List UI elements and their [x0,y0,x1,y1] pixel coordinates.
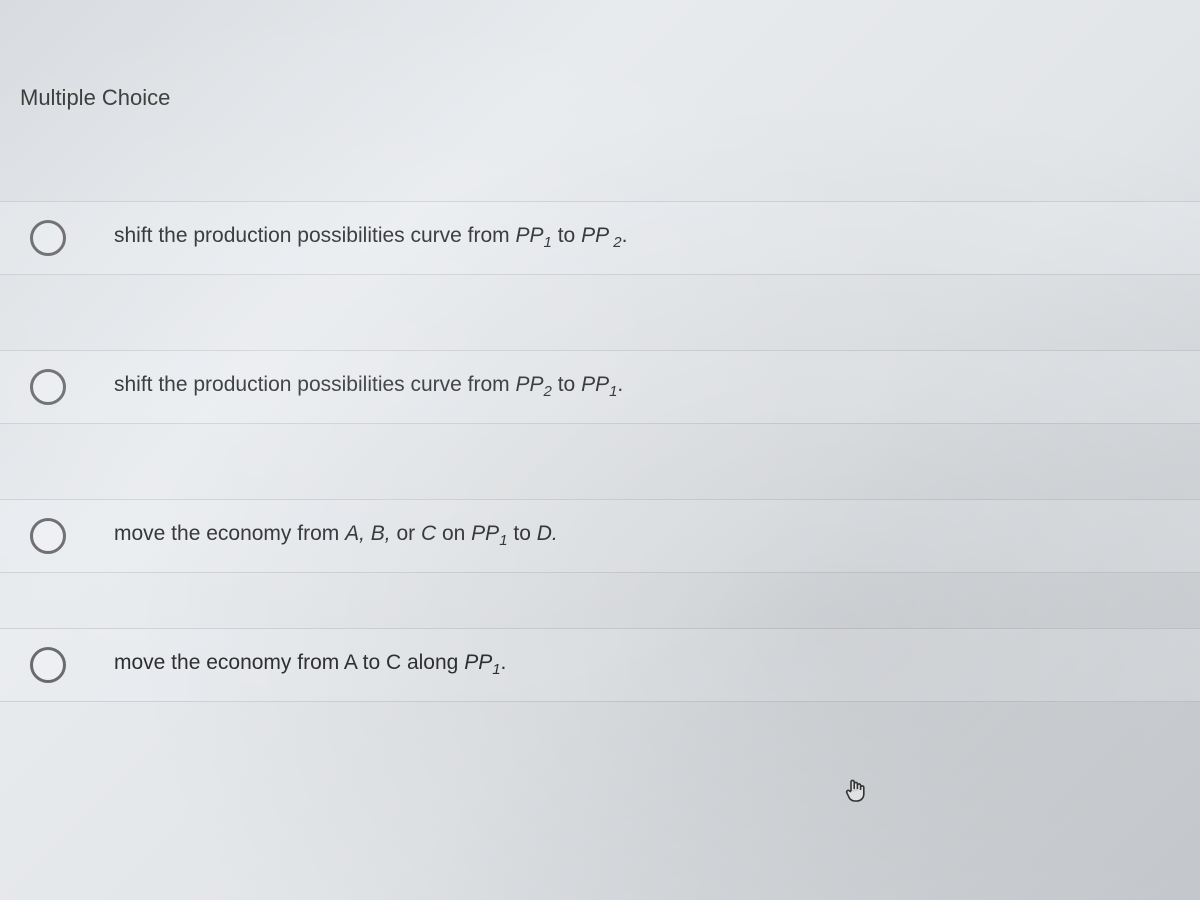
question-type-header: Multiple Choice [0,0,1200,111]
option-1-text: shift the production possibilities curve… [114,224,627,251]
options-list: shift the production possibilities curve… [0,201,1200,702]
option-3[interactable]: move the economy from A, B, or C on PP1 … [0,499,1200,573]
radio-icon[interactable] [30,647,66,683]
radio-icon[interactable] [30,369,66,405]
option-2-text: shift the production possibilities curve… [114,373,623,400]
radio-icon[interactable] [30,220,66,256]
option-3-text: move the economy from A, B, or C on PP1 … [114,522,558,549]
option-2[interactable]: shift the production possibilities curve… [0,350,1200,424]
radio-icon[interactable] [30,518,66,554]
option-4[interactable]: move the economy from A to C along PP1. [0,628,1200,702]
hand-cursor-icon [843,777,867,805]
option-1[interactable]: shift the production possibilities curve… [0,201,1200,275]
option-4-text: move the economy from A to C along PP1. [114,651,506,678]
question-type-label: Multiple Choice [20,85,170,110]
